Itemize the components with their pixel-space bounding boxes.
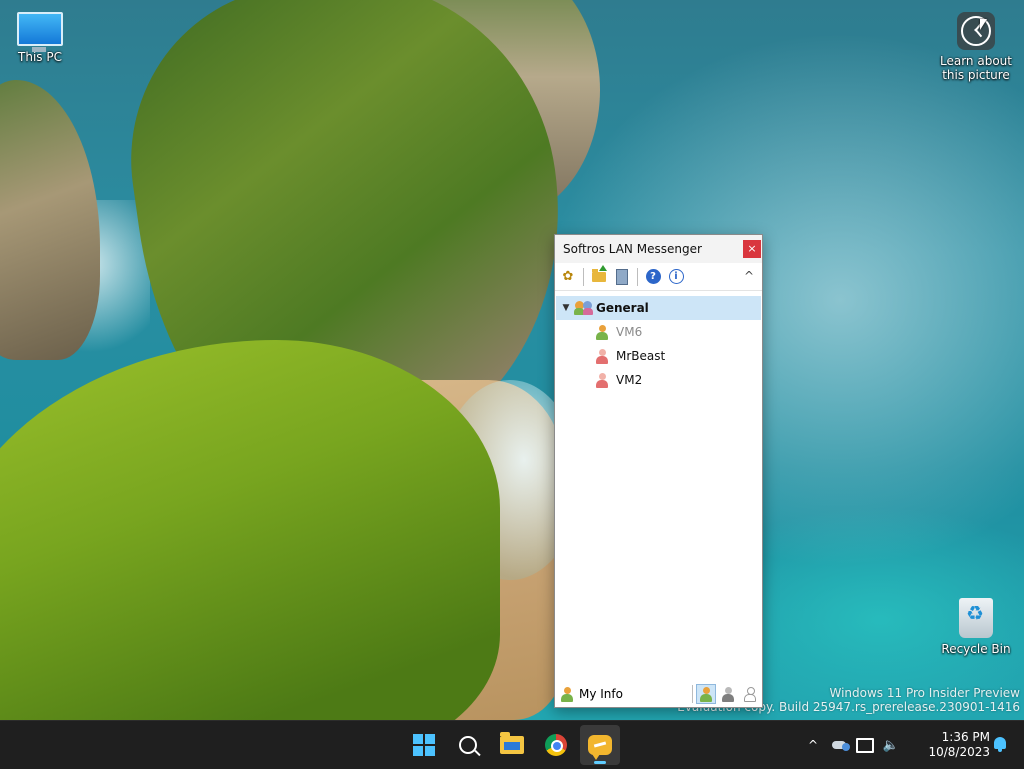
chat-bubble-icon <box>588 735 612 760</box>
windows-logo-icon <box>413 734 435 756</box>
help-icon: ? <box>645 269 661 284</box>
wallpaper-cliff <box>0 340 500 720</box>
contact-row[interactable]: MrBeast <box>556 344 761 368</box>
window-titlebar[interactable]: Softros LAN Messenger × <box>555 235 762 263</box>
volume-muted-icon[interactable]: 🔈 <box>878 730 904 760</box>
info-icon: i <box>668 269 684 284</box>
softros-messenger-taskbar-button[interactable] <box>580 725 620 765</box>
start-button[interactable] <box>404 725 444 765</box>
contact-name: VM2 <box>616 373 643 387</box>
messenger-window: Softros LAN Messenger × ✿ ? i ^ ▼ Genera… <box>554 234 763 708</box>
contact-name: VM6 <box>616 325 643 339</box>
message-history-button[interactable] <box>612 267 632 287</box>
recycle-bin-icon <box>959 598 993 638</box>
collapse-toolbar-button[interactable]: ^ <box>741 267 757 285</box>
chevron-down-icon[interactable]: ▼ <box>558 303 574 313</box>
desktop-icon-label: Learn about this picture <box>940 54 1012 82</box>
status-away-button[interactable] <box>718 684 738 704</box>
status-offline-button[interactable] <box>740 684 760 704</box>
messenger-statusbar: My Info <box>555 680 762 707</box>
status-away-icon <box>722 686 734 702</box>
wallpaper-cliff <box>0 80 100 360</box>
desktop-icon-label: This PC <box>18 50 62 64</box>
send-file-button[interactable] <box>589 264 609 287</box>
clock[interactable]: 1:36 PM 10/8/2023 <box>928 730 990 760</box>
desktop-icon-label: Recycle Bin <box>941 642 1011 656</box>
user-offline-icon <box>596 324 608 340</box>
my-info-icon <box>561 686 573 702</box>
toolbar-separator <box>583 267 584 286</box>
clock-date: 10/8/2023 <box>928 745 990 759</box>
spotlight-icon <box>957 12 995 50</box>
about-button[interactable]: i <box>666 267 686 287</box>
monitor-icon <box>17 12 63 52</box>
group-label: General <box>596 301 649 315</box>
group-icon <box>574 300 594 316</box>
my-info-label: My Info <box>579 687 623 701</box>
taskbar: ^ 🔈 1:36 PM 10/8/2023 <box>0 720 1024 769</box>
folder-icon <box>500 732 524 754</box>
active-app-indicator <box>594 761 606 764</box>
contact-tree: ▼ General VM6 MrBeast VM2 <box>556 296 761 392</box>
system-tray: ^ 🔈 <box>800 721 904 769</box>
options-button[interactable]: ✿ <box>558 267 578 287</box>
contact-name: MrBeast <box>616 349 666 363</box>
onedrive-icon[interactable] <box>826 730 852 760</box>
window-title: Softros LAN Messenger <box>563 242 702 256</box>
contact-row[interactable]: VM6 <box>556 320 761 344</box>
history-icon <box>616 268 628 285</box>
network-icon[interactable] <box>852 730 878 760</box>
status-available-icon <box>700 686 712 702</box>
desktop-icon-recycle-bin[interactable]: Recycle Bin <box>936 598 1016 656</box>
messenger-toolbar: ✿ ? i ^ <box>555 263 762 291</box>
group-row-general[interactable]: ▼ General <box>556 296 761 320</box>
folder-icon <box>592 264 607 282</box>
show-hidden-icons-button[interactable]: ^ <box>800 730 826 760</box>
mouse-cursor-icon <box>980 19 987 30</box>
chrome-button[interactable] <box>536 725 576 765</box>
notification-bell-icon[interactable] <box>994 737 1006 752</box>
status-offline-icon <box>744 686 756 702</box>
statusbar-separator <box>692 685 693 703</box>
contact-row[interactable]: VM2 <box>556 368 761 392</box>
status-available-button[interactable] <box>696 684 716 704</box>
desktop-icon-learn-about-picture[interactable]: Learn about this picture <box>936 12 1016 82</box>
my-info-button[interactable]: My Info <box>555 686 692 702</box>
file-explorer-button[interactable] <box>492 725 532 765</box>
desktop-wallpaper <box>0 0 1024 720</box>
chrome-icon <box>545 734 567 756</box>
help-button[interactable]: ? <box>643 267 663 287</box>
user-online-icon <box>596 348 608 364</box>
toolbar-separator <box>637 267 638 286</box>
clock-time: 1:36 PM <box>941 730 990 744</box>
desktop-icon-this-pc[interactable]: This PC <box>2 12 78 64</box>
search-button[interactable] <box>448 725 488 765</box>
gear-icon: ✿ <box>562 269 574 284</box>
search-icon <box>459 736 477 754</box>
close-button[interactable]: × <box>743 240 761 258</box>
user-online-icon <box>596 372 608 388</box>
